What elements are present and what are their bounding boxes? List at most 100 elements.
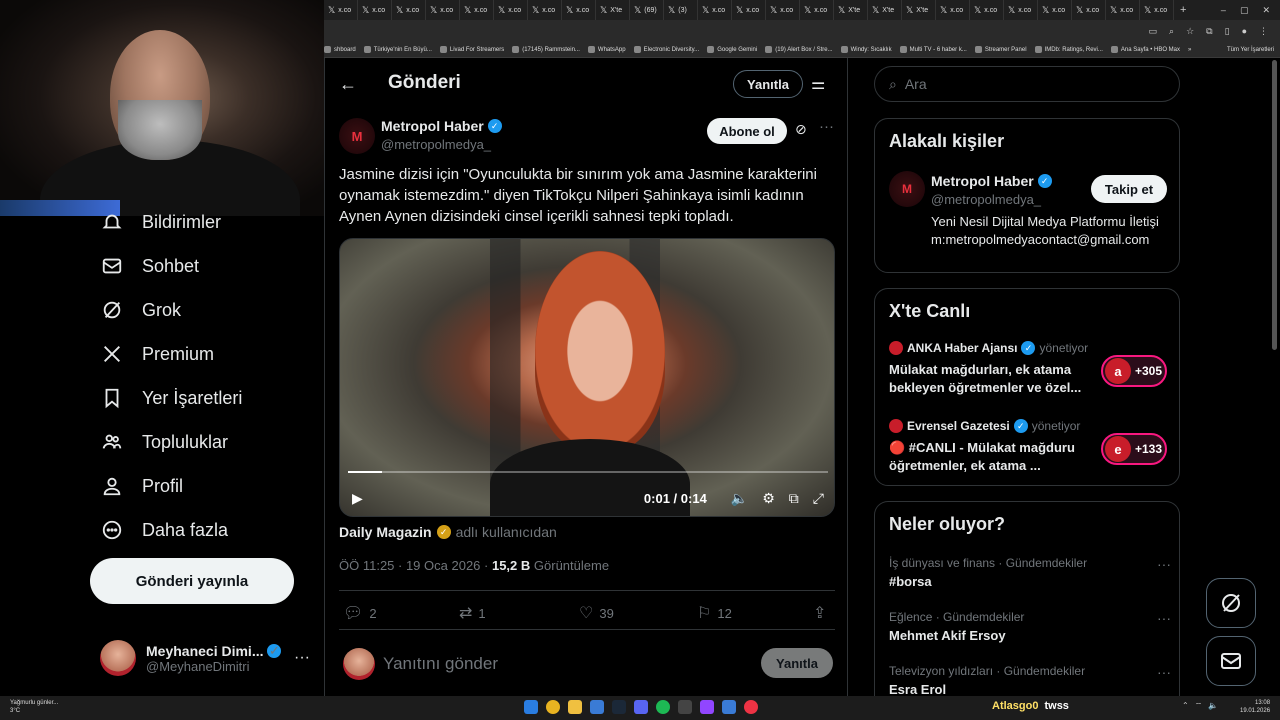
app-icon[interactable] [590,700,604,714]
browser-tab[interactable]: 𝕏x.co [358,0,392,20]
more-icon[interactable]: ··· [819,118,834,135]
app-icon[interactable] [678,700,692,714]
trend-item[interactable]: İş dünyası ve finans · Gündemdekiler #bo… [889,556,1171,589]
network-icon[interactable]: ⌔ [1195,701,1203,711]
post-timestamp[interactable]: ÖÖ 11:25 · 19 Oca 2026 · [339,558,488,573]
profile-icon[interactable]: ● [1242,26,1247,36]
app-icon[interactable] [722,700,736,714]
nav-chat[interactable]: Sohbet [100,254,199,278]
zoom-icon[interactable]: ⌕ [1169,26,1174,37]
bookmark-item[interactable]: WhatsApp [587,46,626,53]
browser-tab[interactable]: 𝕏x.co [1072,0,1106,20]
app-icon[interactable] [744,700,758,714]
browser-tab[interactable]: 𝕏x.co [766,0,800,20]
browser-tab[interactable]: 𝕏x.co [494,0,528,20]
browser-tab[interactable]: 𝕏x.co [562,0,596,20]
settings-icon[interactable]: ⚙ [762,490,775,507]
browser-tab[interactable]: 𝕏 (3) [664,0,698,20]
account-switcher[interactable]: Meyhaneci Dimi... ✓ @MeyhaneDimitri ··· [100,636,310,680]
messages-fab[interactable] [1206,636,1256,686]
cast-icon[interactable]: ▭ [1149,26,1158,37]
video-progress-bar[interactable] [348,471,828,473]
reply-pill-button[interactable]: Yanıtla [733,70,803,98]
browser-tab[interactable]: 𝕏x.co [1004,0,1038,20]
reply-action[interactable]: 💬︎ 2 [343,603,377,623]
live-listeners-badge[interactable]: e +133 [1101,433,1167,465]
bookmarks-folder[interactable]: Tüm Yer İşaretleri [1227,47,1280,53]
start-icon[interactable] [524,700,538,714]
related-name-row[interactable]: Metropol Haber ✓ [931,173,1052,189]
page-scrollbar[interactable] [1272,60,1277,350]
browser-tab[interactable]: 𝕏 X'te [868,0,902,20]
browser-tab[interactable]: 𝕏x.co [800,0,834,20]
browser-tab[interactable]: 𝕏x.co [1038,0,1072,20]
browser-tab[interactable]: 𝕏x.co [324,0,358,20]
author-avatar[interactable]: M [339,118,375,154]
chrome-icon[interactable] [546,700,560,714]
bookmark-item[interactable]: Google Gemini [707,46,757,53]
browser-tab[interactable]: 𝕏x.co [426,0,460,20]
share-action[interactable]: ⇪ [813,603,826,623]
bookmark-item[interactable]: Windy: Sıcaklık [840,46,892,53]
author-handle[interactable]: @metropolmedya_ [381,137,491,152]
like-action[interactable]: ♡ 39 [579,603,614,623]
nav-notifications[interactable]: Bildirimler [100,210,221,234]
reply-submit-button[interactable]: Yanıtla [761,648,833,678]
bookmark-item[interactable]: Ana Sayfa • HBO Max [1110,46,1180,53]
trend-item[interactable]: Eğlence · Gündemdekiler Mehmet Akif Erso… [889,610,1171,643]
chevron-up-icon[interactable]: ⌃ [1182,701,1189,711]
nav-premium[interactable]: Premium [100,342,214,366]
browser-tab[interactable]: 𝕏 (69) [630,0,664,20]
spotify-icon[interactable] [656,700,670,714]
star-icon[interactable]: ☆ [1186,26,1194,37]
fullscreen-icon[interactable]: ⤢ [813,490,824,507]
bookmark-item[interactable]: IMDb: Ratings, Revi... [1034,46,1103,53]
nav-communities[interactable]: Topluluklar [100,430,228,454]
bookmark-item[interactable]: (17145) Rammstein... [512,46,580,53]
browser-tab[interactable]: 𝕏x.co [698,0,732,20]
new-tab-button[interactable]: + [1174,4,1192,16]
browser-tab[interactable]: 𝕏x.co [528,0,562,20]
nav-bookmarks[interactable]: Yer İşaretleri [100,386,242,410]
steam-icon[interactable] [612,700,626,714]
volume-icon[interactable]: 🔈 [1208,701,1218,711]
filter-icon[interactable]: ⚌ [811,74,825,94]
bookmark-item[interactable]: Multi TV - 6 haber k... [899,46,967,53]
browser-tab[interactable]: 𝕏 X'te [902,0,936,20]
back-arrow-icon[interactable]: ← [339,74,357,95]
follow-button[interactable]: Takip et [1091,175,1167,203]
repost-action[interactable]: ⇄ 1 [459,603,486,623]
author-name-row[interactable]: Metropol Haber ✓ [381,118,502,134]
volume-icon[interactable]: 🔈 [731,490,748,507]
bookmark-item[interactable]: shboard [324,46,356,53]
grok-icon[interactable]: ⊘ [795,121,807,138]
pip-icon[interactable]: ⧉ [789,490,799,507]
sidepanel-icon[interactable]: ▯ [1225,26,1230,37]
post-button[interactable]: Gönderi yayınla [90,558,294,604]
more-icon[interactable]: ··· [1157,664,1171,680]
close-icon[interactable]: ✕ [1262,5,1270,16]
nav-more[interactable]: Daha fazla [100,518,228,542]
more-icon[interactable]: ··· [294,649,310,667]
twitch-icon[interactable] [700,700,714,714]
source-name[interactable]: Daily Magazin [339,524,432,540]
more-icon[interactable]: ··· [1157,556,1171,572]
more-icon[interactable]: ··· [1157,610,1171,626]
nav-profile[interactable]: Profil [100,474,183,498]
menu-icon[interactable]: ⋮ [1259,26,1268,37]
live-item[interactable]: Evrensel Gazetesi ✓ yönetiyor 🔴 #CANLI -… [889,419,1169,475]
bookmark-item[interactable]: Türkiye'nin En Büyü... [363,46,432,53]
related-handle[interactable]: @metropolmedya_ [931,192,1041,207]
bookmark-item[interactable]: Livad For Streamers [439,46,504,53]
minimize-icon[interactable]: – [1221,5,1226,16]
browser-tab[interactable]: 𝕏x.co [936,0,970,20]
related-avatar[interactable]: M [889,171,925,207]
browser-tab[interactable]: 𝕏x.co [732,0,766,20]
weather-widget[interactable]: Yağmurlu günler... 3°C [10,699,58,715]
browser-tab[interactable]: 𝕏x.co [460,0,494,20]
search-input[interactable]: ⌕ Ara [874,66,1180,102]
bookmark-item[interactable]: (19) Alert Box / Stre... [765,46,833,53]
trend-item[interactable]: Televizyon yıldızları · Gündemdekiler Es… [889,664,1171,697]
bookmark-item[interactable]: Electronic Diversity... [633,46,699,53]
nav-grok[interactable]: Grok [100,298,181,322]
